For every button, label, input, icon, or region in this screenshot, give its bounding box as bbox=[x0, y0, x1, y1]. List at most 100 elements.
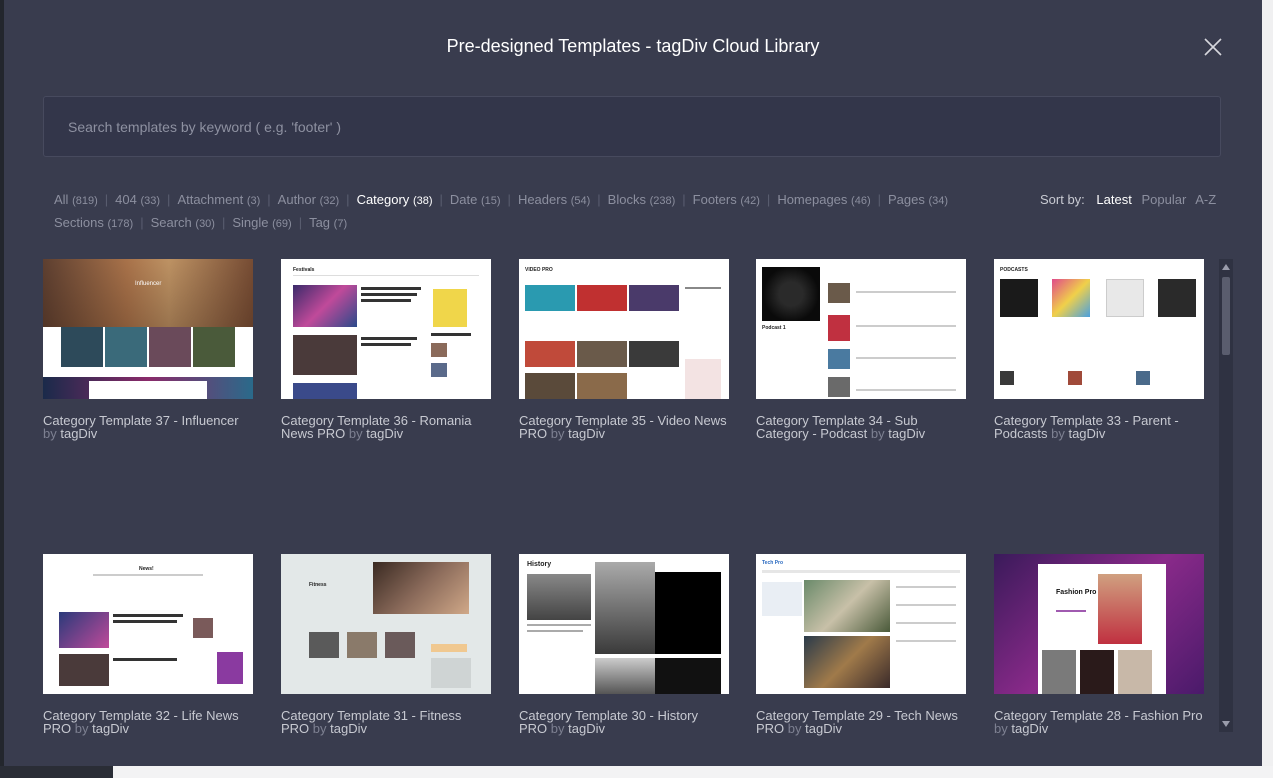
filter-footers[interactable]: Footers (42) bbox=[693, 189, 760, 212]
template-by: by bbox=[550, 426, 565, 441]
template-card[interactable]: Tech Pro Category Template 29 - Tech New… bbox=[756, 554, 966, 735]
template-author: tagDiv bbox=[888, 426, 926, 441]
filter-category[interactable]: Category (38) bbox=[357, 189, 433, 212]
sort-popular[interactable]: Popular bbox=[1141, 192, 1186, 207]
template-by: by bbox=[43, 426, 57, 441]
thumbnail-label: Festivals bbox=[293, 267, 315, 273]
sort-latest[interactable]: Latest bbox=[1096, 192, 1131, 207]
filter-attachment[interactable]: Attachment (3) bbox=[177, 189, 260, 212]
template-author: tagDiv bbox=[568, 721, 606, 736]
filter-separator: | bbox=[267, 192, 271, 207]
filter-separator: | bbox=[298, 215, 303, 230]
template-by: by bbox=[870, 426, 885, 441]
template-thumbnail[interactable]: Influencer bbox=[43, 259, 253, 399]
search-field[interactable] bbox=[43, 96, 1221, 157]
thumbnail-label: News! bbox=[139, 566, 154, 572]
search-input[interactable] bbox=[44, 97, 1220, 156]
filter-single[interactable]: Single (69) bbox=[232, 212, 291, 235]
template-card[interactable]: History Category Template 30 - History P… bbox=[519, 554, 729, 735]
sort-label: Sort by: bbox=[1040, 192, 1085, 207]
thumbnail-label: PODCASTS bbox=[1000, 267, 1028, 273]
filter-separator: | bbox=[877, 192, 881, 207]
filter-search[interactable]: Search (30) bbox=[151, 212, 215, 235]
template-thumbnail[interactable]: VIDEO PRO bbox=[519, 259, 729, 399]
filter-separator: | bbox=[682, 192, 686, 207]
template-card[interactable]: Fashion Pro Category Template 28 - Fashi… bbox=[994, 554, 1204, 735]
close-icon[interactable] bbox=[1202, 36, 1224, 58]
template-title[interactable]: Category Template 30 - History PRO bbox=[519, 708, 698, 736]
category-filters: All (819) | 404 (33) | Attachment (3) | Author… bbox=[54, 189, 994, 235]
filter-tag[interactable]: Tag (7) bbox=[309, 212, 347, 235]
template-title[interactable]: Category Template 32 - Life News PRO bbox=[43, 708, 239, 736]
template-thumbnail[interactable]: Fitness bbox=[281, 554, 491, 694]
filter-separator: | bbox=[346, 192, 350, 207]
filter-author[interactable]: Author (32) bbox=[278, 189, 340, 212]
template-by: by bbox=[348, 426, 363, 441]
template-by: by bbox=[312, 721, 327, 736]
filter-separator: | bbox=[221, 215, 226, 230]
template-card[interactable]: Influencer Category Template 37 - Influe… bbox=[43, 259, 253, 440]
background-app-right-edge bbox=[1262, 0, 1273, 778]
template-thumbnail[interactable]: PODCASTS bbox=[994, 259, 1204, 399]
template-card[interactable]: PODCASTS Category Template 33 - Parent -… bbox=[994, 259, 1204, 440]
template-author: tagDiv bbox=[1011, 721, 1049, 736]
thumbnail-label: Podcast 1 bbox=[762, 325, 786, 331]
filter-separator: | bbox=[597, 192, 601, 207]
template-by: by bbox=[1051, 426, 1065, 441]
modal-title: Pre-designed Templates - tagDiv Cloud Li… bbox=[446, 36, 820, 56]
filter-headers[interactable]: Headers (54) bbox=[518, 189, 590, 212]
template-author: tagDiv bbox=[568, 426, 606, 441]
template-thumbnail[interactable]: History bbox=[519, 554, 729, 694]
thumbnail-label: Influencer bbox=[135, 281, 162, 287]
template-thumbnail[interactable]: Festivals bbox=[281, 259, 491, 399]
filter-pages[interactable]: Pages (34) bbox=[888, 189, 948, 212]
sort-a-z[interactable]: A-Z bbox=[1195, 192, 1216, 207]
template-author: tagDiv bbox=[366, 426, 404, 441]
template-grid: Influencer Category Template 37 - Influe… bbox=[43, 259, 1213, 766]
template-card[interactable]: News! Category Template 32 - Life News P… bbox=[43, 554, 253, 735]
template-thumbnail[interactable]: Podcast 1 bbox=[756, 259, 966, 399]
scrollbar-thumb[interactable] bbox=[1222, 277, 1230, 355]
template-card[interactable]: Podcast 1 Category Template 34 - Sub Cat… bbox=[756, 259, 966, 440]
sort-controls: Sort by: Latest Popular A-Z bbox=[1040, 189, 1222, 210]
grid-scrollbar[interactable] bbox=[1219, 259, 1233, 732]
scroll-down-icon[interactable] bbox=[1222, 721, 1230, 727]
filter-separator: | bbox=[167, 192, 171, 207]
background-app-bottom-edge bbox=[0, 766, 1273, 778]
filter-separator: | bbox=[140, 215, 144, 230]
template-title[interactable]: Category Template 29 - Tech News PRO bbox=[756, 708, 958, 736]
template-card[interactable]: Fitness Category Template 31 - Fitness P… bbox=[281, 554, 491, 735]
filter-separator: | bbox=[104, 192, 109, 207]
template-title[interactable]: Category Template 31 - Fitness PRO bbox=[281, 708, 461, 736]
template-author: tagDiv bbox=[92, 721, 130, 736]
template-library-modal: Pre-designed Templates - tagDiv Cloud Li… bbox=[4, 0, 1262, 766]
filter-blocks[interactable]: Blocks (238) bbox=[608, 189, 676, 212]
template-author: tagDiv bbox=[805, 721, 843, 736]
filter-separator: | bbox=[507, 192, 511, 207]
template-author: tagDiv bbox=[60, 426, 98, 441]
template-by: by bbox=[994, 721, 1008, 736]
filter-date[interactable]: Date (15) bbox=[450, 189, 501, 212]
template-by: by bbox=[787, 721, 802, 736]
filter-homepages[interactable]: Homepages (46) bbox=[777, 189, 870, 212]
template-card[interactable]: Festivals Category Template 36 - Romania… bbox=[281, 259, 491, 440]
template-author: tagDiv bbox=[330, 721, 368, 736]
template-thumbnail[interactable]: News! bbox=[43, 554, 253, 694]
template-author: tagDiv bbox=[1068, 426, 1106, 441]
template-card[interactable]: VIDEO PRO Category Template 35 - Video N… bbox=[519, 259, 729, 440]
template-thumbnail[interactable]: Tech Pro bbox=[756, 554, 966, 694]
template-thumbnail[interactable]: Fashion Pro bbox=[994, 554, 1204, 694]
template-by: by bbox=[550, 721, 565, 736]
thumbnail-label: Fashion Pro bbox=[1056, 589, 1097, 596]
thumbnail-label: History bbox=[527, 561, 552, 568]
template-by: by bbox=[74, 721, 89, 736]
scroll-up-icon[interactable] bbox=[1222, 264, 1230, 270]
filter-separator: | bbox=[766, 192, 771, 207]
thumbnail-label: VIDEO PRO bbox=[525, 267, 553, 273]
filter-separator: | bbox=[439, 192, 443, 207]
filter-all[interactable]: All (819) bbox=[54, 189, 98, 212]
thumbnail-label: Tech Pro bbox=[762, 560, 784, 566]
filter-sections[interactable]: Sections (178) bbox=[54, 212, 133, 235]
thumbnail-label: Fitness bbox=[309, 582, 327, 588]
filter-404[interactable]: 404 (33) bbox=[115, 189, 160, 212]
